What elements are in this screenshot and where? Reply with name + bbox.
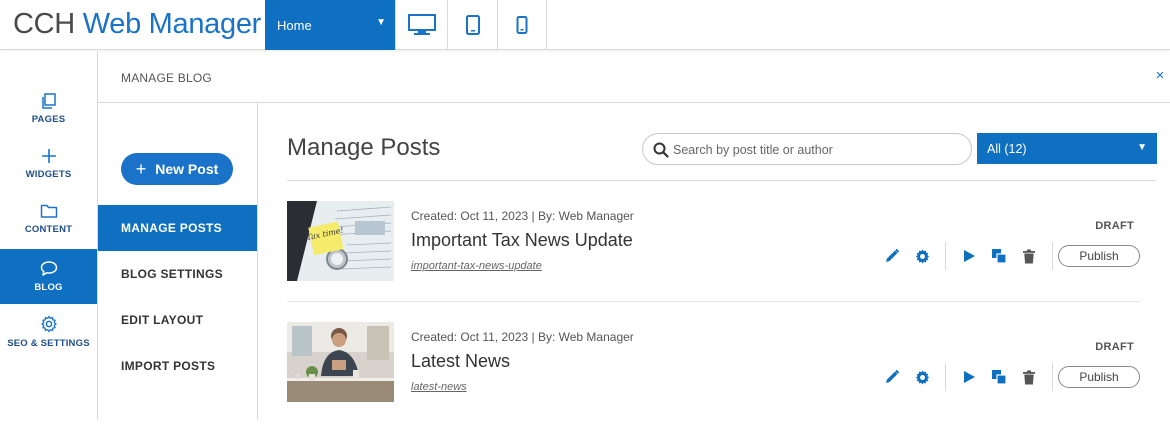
play-icon — [964, 250, 975, 262]
post-title[interactable]: Important Tax News Update — [411, 230, 633, 251]
divider — [287, 301, 1140, 302]
search-icon — [653, 142, 669, 158]
new-post-label: New Post — [155, 161, 219, 177]
desktop-view-button[interactable] — [395, 0, 448, 50]
copy-icon — [992, 249, 1007, 264]
post-title[interactable]: Latest News — [411, 351, 510, 372]
panel-title: MANAGE BLOG — [121, 71, 212, 85]
search-input[interactable] — [673, 140, 963, 160]
chevron-down-icon: ▼ — [1137, 142, 1147, 153]
edit-button[interactable] — [877, 242, 907, 270]
new-post-button[interactable]: + New Post — [121, 153, 233, 185]
plus-icon: + — [135, 158, 147, 179]
top-bar: CCH Web Manager Home ▼ — [0, 0, 1170, 50]
filter-dropdown[interactable]: All (12) ▼ — [977, 133, 1157, 164]
preview-button[interactable] — [954, 363, 984, 391]
nav-item-pages[interactable]: PAGES — [0, 81, 97, 136]
play-icon — [964, 371, 975, 383]
tablet-icon — [465, 15, 480, 35]
nav-item-seo-settings[interactable]: SEO & SETTINGS — [0, 304, 97, 359]
post-slug-link[interactable]: latest-news — [411, 381, 467, 393]
divider — [287, 180, 1156, 181]
plus-icon — [41, 148, 56, 163]
filter-value: All (12) — [987, 142, 1027, 156]
nav-item-label: PAGES — [31, 113, 66, 125]
status-badge: DRAFT — [1095, 220, 1134, 232]
post-thumbnail[interactable]: Tax time! — [287, 201, 394, 281]
divider — [945, 242, 946, 270]
subnav-blog-settings[interactable]: BLOG SETTINGS — [98, 251, 257, 297]
copy-icon — [992, 370, 1007, 385]
divider — [945, 363, 946, 391]
trash-icon — [1023, 249, 1035, 263]
nav-item-content[interactable]: CONTENT — [0, 191, 97, 246]
nav-item-label: CONTENT — [24, 223, 73, 235]
post-meta: Created: Oct 11, 2023 | By: Web Manager — [411, 330, 634, 344]
settings-button[interactable] — [907, 363, 937, 391]
delete-button[interactable] — [1014, 242, 1044, 270]
pencil-icon — [886, 369, 900, 383]
gear-icon — [40, 315, 57, 332]
logo-cch: CCH — [13, 8, 75, 40]
publish-button[interactable]: Publish — [1058, 366, 1140, 388]
nav-item-label: BLOG — [34, 282, 63, 293]
main-content: Manage Posts All (12) ▼ — [258, 103, 1170, 419]
post-slug-link[interactable]: important-tax-news-update — [411, 260, 542, 272]
page-selector-dropdown[interactable]: Home ▼ — [265, 0, 395, 50]
subnav-import-posts[interactable]: IMPORT POSTS — [98, 343, 257, 389]
subnav-manage-posts[interactable]: MANAGE POSTS — [98, 205, 257, 251]
divider — [1052, 363, 1053, 391]
gear-icon — [915, 248, 929, 264]
nav-item-label: WIDGETS — [25, 168, 72, 180]
gear-icon — [915, 369, 929, 385]
left-nav: PAGES WIDGETS CONTENT BLOG SEO & SETTING… — [0, 51, 98, 419]
status-badge: DRAFT — [1095, 341, 1134, 353]
tablet-view-button[interactable] — [448, 0, 498, 50]
post-actions — [877, 363, 1061, 391]
logo-web-manager: Web Manager — [82, 8, 262, 40]
folder-icon — [40, 204, 57, 218]
pages-icon — [41, 92, 56, 109]
desktop-icon — [407, 14, 436, 35]
panel-header: MANAGE BLOG × — [98, 51, 1170, 103]
page-title: Manage Posts — [287, 134, 441, 161]
chevron-down-icon: ▼ — [376, 17, 386, 28]
post-actions — [877, 242, 1061, 270]
nav-item-blog[interactable]: BLOG — [0, 249, 97, 304]
post-row: Created: Oct 11, 2023 | By: Web Manager … — [287, 322, 1140, 442]
nav-item-widgets[interactable]: WIDGETS — [0, 136, 97, 191]
settings-button[interactable] — [907, 242, 937, 270]
blog-subnav: + New Post MANAGE POSTS BLOG SETTINGS ED… — [98, 103, 258, 419]
search-box — [642, 133, 972, 165]
duplicate-button[interactable] — [984, 363, 1014, 391]
edit-button[interactable] — [877, 363, 907, 391]
divider — [1052, 242, 1053, 270]
close-icon[interactable]: × — [1152, 67, 1168, 84]
mobile-icon — [516, 16, 528, 34]
subnav-edit-layout[interactable]: EDIT LAYOUT — [98, 297, 257, 343]
duplicate-button[interactable] — [984, 242, 1014, 270]
post-row: Tax time! Created: Oct 11, 2023 | By: We… — [287, 201, 1140, 321]
trash-icon — [1023, 370, 1035, 384]
publish-button[interactable]: Publish — [1058, 245, 1140, 267]
app-logo: CCH Web Manager — [13, 8, 261, 41]
delete-button[interactable] — [1014, 363, 1044, 391]
pencil-icon — [886, 248, 900, 262]
mobile-view-button[interactable] — [498, 0, 547, 50]
person-with-phone-image — [287, 322, 394, 402]
nav-item-label: SEO & SETTINGS — [7, 337, 90, 349]
chat-bubble-icon — [40, 261, 57, 276]
post-meta: Created: Oct 11, 2023 | By: Web Manager — [411, 209, 634, 223]
preview-button[interactable] — [954, 242, 984, 270]
post-thumbnail[interactable] — [287, 322, 394, 402]
tax-form-image: Tax time! — [287, 201, 394, 281]
page-selector-value: Home — [277, 18, 312, 33]
